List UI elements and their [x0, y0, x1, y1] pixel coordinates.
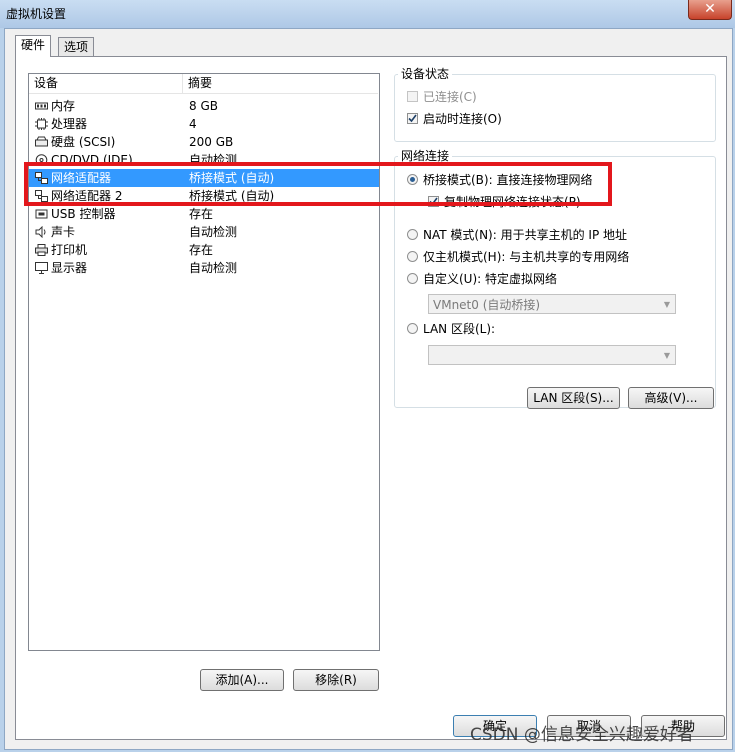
column-header-summary[interactable]: 摘要: [183, 74, 378, 94]
device-name: 内存: [51, 99, 76, 113]
device-status-group: [394, 74, 716, 142]
device-summary: 200 GB: [189, 135, 234, 149]
device-name: 显示器: [51, 261, 88, 275]
hard-disk-icon: [35, 136, 48, 147]
check-icon: [408, 114, 417, 123]
device-row-display[interactable]: 显示器 自动检测: [29, 259, 379, 277]
printer-icon: [35, 244, 48, 256]
host-only-label: 仅主机模式(H): 与主机共享的专用网络: [423, 250, 630, 264]
device-summary: 自动检测: [189, 261, 238, 275]
tab-hardware-label: 硬件: [21, 38, 46, 52]
lan-segment-select[interactable]: ▼: [428, 345, 676, 365]
device-list[interactable]: 设备 摘要 内存 8 GB 处理器 4 硬盘 (SCSI) 200 GB CD/…: [28, 73, 380, 651]
lan-segment-radio-dot: [407, 323, 418, 334]
connect-at-power-on-label: 启动时连接(O): [423, 112, 502, 126]
connected-label: 已连接(C): [423, 90, 477, 104]
tab-options-label: 选项: [64, 40, 89, 54]
sound-card-icon: [35, 226, 46, 238]
add-button[interactable]: 添加(A)...: [200, 669, 284, 691]
device-summary: 存在: [189, 207, 214, 221]
nat-radio-dot: [407, 229, 418, 240]
custom-label: 自定义(U): 特定虚拟网络: [423, 272, 558, 286]
device-summary: 自动检测: [189, 225, 238, 239]
device-row-memory[interactable]: 内存 8 GB: [29, 97, 379, 115]
chevron-down-icon: ▼: [663, 300, 670, 309]
dialog-body: 硬件 选项 设备 摘要 内存 8 GB 处理器 4 硬盘 (SCSI) 200 …: [4, 28, 733, 750]
device-row-sound-card[interactable]: 声卡 自动检测: [29, 223, 379, 241]
close-button[interactable]: ✕: [688, 0, 732, 20]
remove-button[interactable]: 移除(R): [293, 669, 379, 691]
display-icon: [35, 262, 48, 274]
advanced-button[interactable]: 高级(V)...: [628, 387, 714, 409]
device-name: 声卡: [51, 225, 76, 239]
hardware-panel: 设备 摘要 内存 8 GB 处理器 4 硬盘 (SCSI) 200 GB CD/…: [15, 56, 727, 740]
usb-controller-icon: [35, 209, 48, 219]
device-name: USB 控制器: [51, 207, 116, 221]
cpu-icon: [35, 118, 48, 130]
red-highlight-annotation: [24, 162, 612, 206]
device-summary: 8 GB: [189, 99, 218, 113]
tab-options[interactable]: 选项: [58, 37, 95, 56]
host-only-radio-dot: [407, 251, 418, 262]
close-icon: ✕: [704, 1, 716, 17]
network-connection-title: 网络连接: [398, 149, 453, 163]
watermark: CSDN @信息安全兴趣爱好者: [470, 725, 694, 745]
tab-hardware[interactable]: 硬件: [15, 35, 52, 57]
device-status-title: 设备状态: [398, 67, 453, 81]
lan-segments-button[interactable]: LAN 区段(S)...: [527, 387, 620, 409]
device-name: 硬盘 (SCSI): [51, 135, 116, 149]
device-name: 打印机: [51, 243, 88, 257]
device-name: 处理器: [51, 117, 88, 131]
window-title: 虚拟机设置: [6, 7, 67, 21]
chevron-down-icon: ▼: [663, 351, 670, 360]
custom-network-select[interactable]: VMnet0 (自动桥接) ▼: [428, 294, 676, 314]
device-row-processor[interactable]: 处理器 4: [29, 115, 379, 133]
device-row-printer[interactable]: 打印机 存在: [29, 241, 379, 259]
nat-label: NAT 模式(N): 用于共享主机的 IP 地址: [423, 228, 628, 242]
title-bar: 虚拟机设置 ✕: [0, 0, 735, 28]
memory-icon: [35, 102, 48, 110]
custom-network-value: VMnet0 (自动桥接): [433, 298, 541, 312]
connect-at-power-on-checkbox-box: [407, 113, 418, 124]
connected-checkbox-box: [407, 91, 418, 102]
device-summary: 4: [189, 117, 197, 131]
device-summary: 存在: [189, 243, 214, 257]
device-row-usb-controller[interactable]: USB 控制器 存在: [29, 205, 379, 223]
lan-segment-label: LAN 区段(L):: [423, 322, 496, 336]
custom-radio-dot: [407, 273, 418, 284]
column-header-device[interactable]: 设备: [29, 74, 183, 94]
device-row-hard-disk[interactable]: 硬盘 (SCSI) 200 GB: [29, 133, 379, 151]
